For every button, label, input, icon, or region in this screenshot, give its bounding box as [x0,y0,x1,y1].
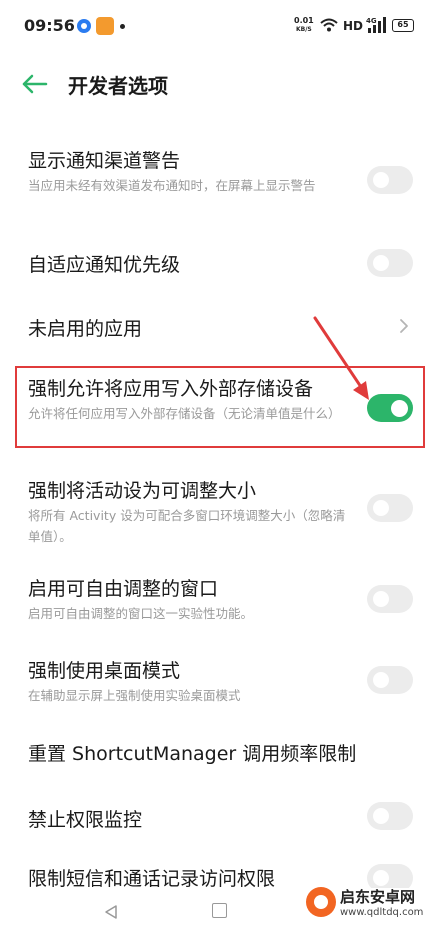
nav-back-icon[interactable] [103,904,119,920]
toggle-knob [391,399,408,417]
toggle-switch[interactable] [367,585,413,613]
setting-description: 在辅助显示屏上强制使用实验桌面模式 [28,688,241,703]
setting-force-external-storage[interactable]: 强制允许将应用写入外部存储设备 允许将任何应用写入外部存储设备（无论清单值是什么… [0,366,439,448]
setting-disable-permission-monitoring[interactable]: 禁止权限监控 [0,796,439,840]
setting-description: 将所有 Activity 设为可配合多窗口环境调整大小（忽略清单值）。 [28,508,346,544]
annotation-arrow-icon [313,316,369,400]
setting-title: 启用可自由调整的窗口 [28,578,219,600]
toggle-knob [373,672,389,688]
toggle-switch[interactable] [367,666,413,694]
setting-title: 强制使用桌面模式 [28,660,181,682]
toggle-switch[interactable] [367,494,413,522]
toggle-knob [373,591,389,607]
setting-force-desktop-mode[interactable]: 强制使用桌面模式 在辅助显示屏上强制使用实验桌面模式 [0,652,439,712]
watermark-logo-icon [306,887,336,917]
setting-reset-shortcutmanager[interactable]: 重置 ShortcutManager 调用频率限制 [0,730,439,774]
setting-title: 禁止权限监控 [28,809,143,831]
setting-title: 强制将活动设为可调整大小 [28,480,257,502]
toggle-knob [373,500,389,516]
setting-description: 允许将任何应用写入外部存储设备（无论清单值是什么） [28,406,341,421]
toggle-knob [373,808,389,824]
toggle-switch[interactable] [367,394,413,422]
setting-title: 重置 ShortcutManager 调用频率限制 [28,743,357,765]
watermark-url: www.qdltdq.com [340,907,424,918]
watermark: 启东安卓网 www.qdltdq.com [306,880,436,930]
setting-force-resizable-activities[interactable]: 强制将活动设为可调整大小 将所有 Activity 设为可配合多窗口环境调整大小… [0,472,439,554]
setting-title: 限制短信和通话记录访问权限 [28,868,276,890]
watermark-name: 启东安卓网 [340,888,416,906]
setting-title: 强制允许将应用写入外部存储设备 [28,378,314,400]
setting-freeform-windows[interactable]: 启用可自由调整的窗口 启用可自由调整的窗口这一实验性功能。 [0,570,439,630]
setting-description: 启用可自由调整的窗口这一实验性功能。 [28,606,254,621]
toggle-switch[interactable] [367,802,413,830]
nav-home-icon[interactable] [212,903,227,918]
